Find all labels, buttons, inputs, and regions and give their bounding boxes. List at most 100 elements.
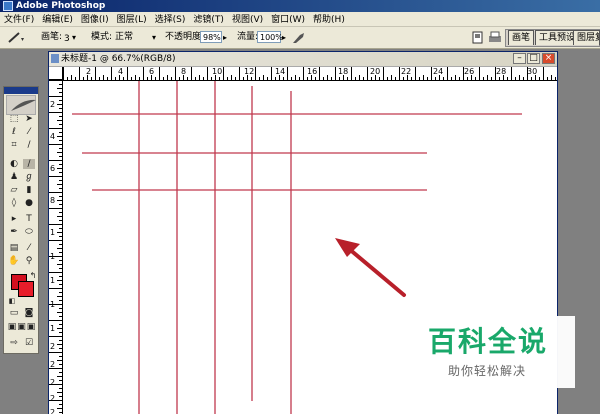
hand-tool-icon[interactable]: ✋ xyxy=(8,256,20,266)
ruler-v-label: 2 xyxy=(50,100,56,109)
path-selection-tool-icon[interactable]: ▸ xyxy=(8,214,20,224)
airbrush-icon[interactable] xyxy=(292,31,306,44)
notes-tool-icon[interactable]: ▤ xyxy=(8,243,20,253)
brush-label: 画笔: xyxy=(41,32,63,42)
watermark-title: 百科全说 xyxy=(428,325,549,358)
ruler-v-label: 1 xyxy=(50,300,56,309)
mode-label: 模式: xyxy=(91,32,113,42)
brush-tool-icon[interactable]: ∕ xyxy=(23,159,35,169)
imageready-icon[interactable]: ☑ xyxy=(23,338,35,348)
menu-image[interactable]: 图像(I) xyxy=(77,13,113,27)
ruler-h-label: 4 xyxy=(118,67,124,76)
ruler-h-label: 22 xyxy=(401,67,412,76)
print-icon[interactable] xyxy=(488,31,502,44)
ruler-h-label: 16 xyxy=(307,67,318,76)
healing-brush-tool-icon[interactable]: ◐ xyxy=(8,159,20,169)
mode-select[interactable]: 正常 xyxy=(115,27,133,48)
vertical-ruler[interactable]: 2 4 6 8 1 1 1 1 1 2 2 2 2 2 xyxy=(49,80,63,414)
flow-label: 流量: xyxy=(237,32,259,42)
tab-brushes[interactable]: 画笔 xyxy=(508,30,535,45)
menu-help[interactable]: 帮助(H) xyxy=(309,13,349,27)
marquee-tool-icon[interactable]: ⬚ xyxy=(8,114,20,124)
ruler-v-label: 6 xyxy=(50,164,56,173)
ruler-h-label: 12 xyxy=(244,67,255,76)
menu-bar: 文件(F) 编辑(E) 图像(I) 图层(L) 选择(S) 滤镜(T) 视图(V) 窗口(W)… xyxy=(0,12,600,27)
toolbox: ⬚ ➤ ℓ ⁄ ⌗ / ◐ ∕ ♟ ℊ ▱ ▮ ◊ ● ▸ T ✒ ⬭ ▤ ⁄ … xyxy=(3,86,39,354)
blur-tool-icon[interactable]: ◊ xyxy=(8,198,20,208)
ruler-v-label: 2 xyxy=(50,378,56,387)
ruler-h-label: 26 xyxy=(464,67,475,76)
pointer-arrow xyxy=(335,238,406,297)
horizontal-ruler[interactable]: 2 4 6 8 10 12 14 16 18 20 22 24 26 28 30 xyxy=(63,67,557,81)
background-color-swatch[interactable] xyxy=(18,281,34,297)
ruler-h-label: 24 xyxy=(433,67,444,76)
zoom-tool-icon[interactable]: ⚲ xyxy=(23,256,35,266)
type-tool-icon[interactable]: T xyxy=(23,214,35,224)
swap-colors-icon[interactable]: ↰ xyxy=(27,271,39,281)
ruler-h-label: 30 xyxy=(527,67,538,76)
document-icon xyxy=(51,54,59,63)
menu-layer[interactable]: 图层(L) xyxy=(113,13,151,27)
brush-dropdown-chevron-icon[interactable]: ▾ xyxy=(72,27,76,48)
ruler-v-label: 2 xyxy=(50,408,56,414)
opacity-input[interactable]: 98% xyxy=(200,31,222,43)
ruler-v-label: 8 xyxy=(50,196,56,205)
history-brush-tool-icon[interactable]: ℊ xyxy=(23,172,35,182)
eraser-tool-icon[interactable]: ▱ xyxy=(8,185,20,195)
gradient-tool-icon[interactable]: ▮ xyxy=(23,185,35,195)
crop-tool-icon[interactable]: ⌗ xyxy=(8,140,20,150)
flow-input[interactable]: 100% xyxy=(257,31,283,43)
slice-tool-icon[interactable]: / xyxy=(23,140,35,150)
shape-tool-icon[interactable]: ⬭ xyxy=(23,227,35,237)
magic-wand-tool-icon[interactable]: ⁄ xyxy=(23,127,35,137)
opacity-slider-arrow-icon[interactable]: ▸ xyxy=(223,27,227,48)
standard-mode-icon[interactable]: ▭ xyxy=(8,308,20,318)
brush-size-value[interactable]: 3 xyxy=(64,29,70,50)
default-colors-icon[interactable]: ◧ xyxy=(6,296,18,306)
toolbox-grip[interactable] xyxy=(4,87,38,94)
ruler-v-label: 1 xyxy=(50,324,56,333)
menu-select[interactable]: 选择(S) xyxy=(151,13,190,27)
ruler-h-label: 2 xyxy=(86,67,92,76)
tab-layer-comps[interactable]: 图层复合 xyxy=(573,30,600,45)
app-title-bar: Adobe Photoshop xyxy=(0,0,600,12)
menu-window[interactable]: 窗口(W) xyxy=(267,13,309,27)
jump-to-imageready-icon[interactable]: ⇨ xyxy=(8,338,20,348)
menu-edit[interactable]: 编辑(E) xyxy=(38,13,77,27)
screen-mode-icons[interactable]: ▣▣▣ xyxy=(5,322,39,332)
quick-mask-mode-icon[interactable]: ◙ xyxy=(23,308,35,318)
mode-chevron-icon[interactable]: ▾ xyxy=(152,27,156,48)
watermark: 百科全说 助你轻松解决 xyxy=(422,316,575,388)
brush-tool-preset-icon[interactable] xyxy=(7,31,25,44)
ruler-h-label: 18 xyxy=(338,67,349,76)
watermark-subtitle: 助你轻松解决 xyxy=(448,364,527,378)
maximize-button[interactable]: □ xyxy=(527,53,540,64)
ruler-v-label: 2 xyxy=(50,342,56,351)
menu-view[interactable]: 视图(V) xyxy=(228,13,267,27)
flow-slider-arrow-icon[interactable]: ▸ xyxy=(282,27,286,48)
photoshop-feather-icon[interactable] xyxy=(6,95,36,115)
clone-stamp-tool-icon[interactable]: ♟ xyxy=(8,172,20,182)
opacity-label: 不透明度: xyxy=(165,32,205,42)
dodge-tool-icon[interactable]: ● xyxy=(23,198,35,208)
ruler-h-label: 8 xyxy=(181,67,187,76)
menu-file[interactable]: 文件(F) xyxy=(0,13,38,27)
ruler-v-label: 4 xyxy=(50,132,56,141)
pen-tool-icon[interactable]: ✒ xyxy=(8,227,20,237)
document-title-bar[interactable]: 未标题-1 @ 66.7%(RGB/8) – □ × xyxy=(49,52,557,67)
ruler-h-label: 28 xyxy=(496,67,507,76)
ruler-h-label: 10 xyxy=(212,67,223,76)
photoshop-logo-icon xyxy=(3,1,13,11)
ruler-v-label: 1 xyxy=(50,276,56,285)
ruler-h-label: 20 xyxy=(370,67,381,76)
minimize-button[interactable]: – xyxy=(513,53,526,64)
eyedropper-tool-icon[interactable]: ⁄ xyxy=(23,243,35,253)
ruler-v-label: 2 xyxy=(50,360,56,369)
lasso-tool-icon[interactable]: ℓ xyxy=(8,127,20,137)
file-browser-icon[interactable] xyxy=(472,31,484,44)
document-title: 未标题-1 @ 66.7%(RGB/8) xyxy=(61,54,176,64)
menu-filter[interactable]: 滤镜(T) xyxy=(189,13,228,27)
close-button[interactable]: × xyxy=(542,53,555,64)
move-tool-icon[interactable]: ➤ xyxy=(23,114,35,124)
ruler-origin[interactable] xyxy=(49,67,63,80)
